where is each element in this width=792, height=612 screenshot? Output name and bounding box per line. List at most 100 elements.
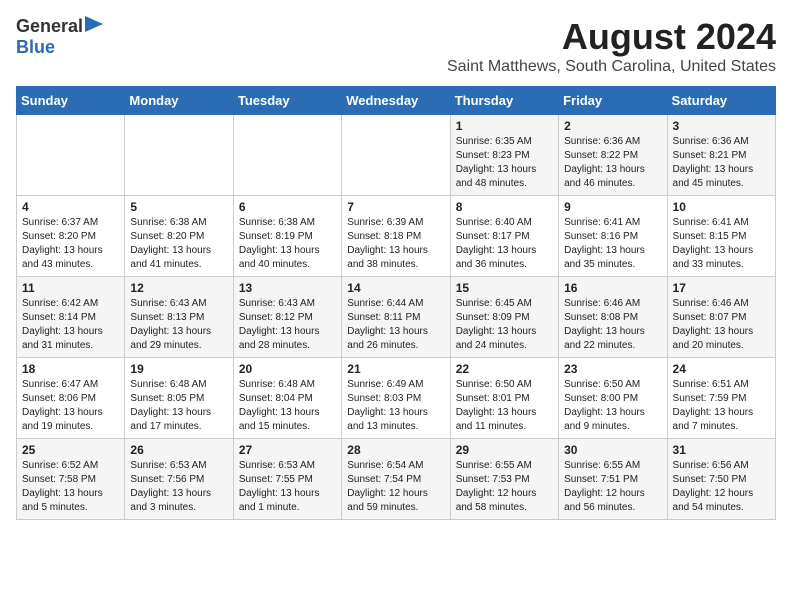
day-info: Sunrise: 6:48 AM Sunset: 8:04 PM Dayligh…: [239, 378, 336, 434]
day-number: 28: [347, 443, 444, 457]
title-section: August 2024 Saint Matthews, South Caroli…: [447, 16, 776, 76]
week-row-2: 11 Sunrise: 6:42 AM Sunset: 8:14 PM Dayli…: [17, 277, 776, 358]
day-number: 10: [673, 200, 770, 214]
day-cell: 13 Sunrise: 6:43 AM Sunset: 8:12 PM Dayli…: [233, 277, 341, 358]
day-info: Sunrise: 6:46 AM Sunset: 8:08 PM Dayligh…: [564, 297, 661, 353]
week-row-1: 4 Sunrise: 6:37 AM Sunset: 8:20 PM Daylig…: [17, 196, 776, 277]
day-cell: 24Sunrise: 6:51 AM Sunset: 7:59 PM Dayli…: [667, 358, 775, 439]
header-cell-thursday: Thursday: [450, 87, 558, 115]
day-info: Sunrise: 6:38 AM Sunset: 8:19 PM Dayligh…: [239, 216, 336, 272]
day-number: 2: [564, 119, 661, 133]
day-number: 13: [239, 281, 336, 295]
day-info: Sunrise: 6:48 AM Sunset: 8:05 PM Dayligh…: [130, 378, 227, 434]
week-row-4: 25 Sunrise: 6:52 AM Sunset: 7:58 PM Dayli…: [17, 439, 776, 520]
day-number: 4: [22, 200, 119, 214]
month-title: August 2024: [447, 16, 776, 58]
header: General Blue August 2024 Saint Matthews,…: [16, 16, 776, 76]
day-cell: 29 Sunrise: 6:55 AM Sunset: 7:53 PM Dayli…: [450, 439, 558, 520]
day-number: 20: [239, 362, 336, 376]
day-cell: 18Sunrise: 6:47 AM Sunset: 8:06 PM Dayli…: [17, 358, 125, 439]
calendar-body: 1 Sunrise: 6:35 AM Sunset: 8:23 PM Daylig…: [17, 115, 776, 520]
day-info: Sunrise: 6:46 AM Sunset: 8:07 PM Dayligh…: [673, 297, 770, 353]
logo-arrow-icon: [85, 16, 103, 37]
day-number: 24: [673, 362, 770, 376]
header-cell-saturday: Saturday: [667, 87, 775, 115]
calendar-table: SundayMondayTuesdayWednesdayThursdayFrid…: [16, 86, 776, 520]
location-title: Saint Matthews, South Carolina, United S…: [447, 58, 776, 76]
day-info: Sunrise: 6:41 AM Sunset: 8:16 PM Dayligh…: [564, 216, 661, 272]
header-cell-friday: Friday: [559, 87, 667, 115]
day-number: 9: [564, 200, 661, 214]
day-cell: 14 Sunrise: 6:44 AM Sunset: 8:11 PM Dayli…: [342, 277, 450, 358]
day-cell: 16Sunrise: 6:46 AM Sunset: 8:08 PM Dayli…: [559, 277, 667, 358]
day-info: Sunrise: 6:53 AM Sunset: 7:56 PM Dayligh…: [130, 459, 227, 515]
day-info: Sunrise: 6:44 AM Sunset: 8:11 PM Dayligh…: [347, 297, 444, 353]
day-info: Sunrise: 6:39 AM Sunset: 8:18 PM Dayligh…: [347, 216, 444, 272]
day-info: Sunrise: 6:36 AM Sunset: 8:21 PM Dayligh…: [673, 135, 770, 191]
day-number: 19: [130, 362, 227, 376]
day-cell: [342, 115, 450, 196]
day-cell: 25 Sunrise: 6:52 AM Sunset: 7:58 PM Dayli…: [17, 439, 125, 520]
day-number: 7: [347, 200, 444, 214]
day-cell: 6 Sunrise: 6:38 AM Sunset: 8:19 PM Daylig…: [233, 196, 341, 277]
day-number: 21: [347, 362, 444, 376]
day-info: Sunrise: 6:54 AM Sunset: 7:54 PM Dayligh…: [347, 459, 444, 515]
day-number: 17: [673, 281, 770, 295]
day-cell: 4 Sunrise: 6:37 AM Sunset: 8:20 PM Daylig…: [17, 196, 125, 277]
day-info: Sunrise: 6:42 AM Sunset: 8:14 PM Dayligh…: [22, 297, 119, 353]
day-number: 22: [456, 362, 553, 376]
calendar-header: SundayMondayTuesdayWednesdayThursdayFrid…: [17, 87, 776, 115]
day-cell: 23Sunrise: 6:50 AM Sunset: 8:00 PM Dayli…: [559, 358, 667, 439]
header-cell-monday: Monday: [125, 87, 233, 115]
day-number: 12: [130, 281, 227, 295]
day-cell: 3 Sunrise: 6:36 AM Sunset: 8:21 PM Daylig…: [667, 115, 775, 196]
day-cell: 7 Sunrise: 6:39 AM Sunset: 8:18 PM Daylig…: [342, 196, 450, 277]
header-cell-wednesday: Wednesday: [342, 87, 450, 115]
header-cell-tuesday: Tuesday: [233, 87, 341, 115]
day-number: 30: [564, 443, 661, 457]
day-cell: 1 Sunrise: 6:35 AM Sunset: 8:23 PM Daylig…: [450, 115, 558, 196]
day-cell: 30 Sunrise: 6:55 AM Sunset: 7:51 PM Dayli…: [559, 439, 667, 520]
day-number: 23: [564, 362, 661, 376]
day-info: Sunrise: 6:49 AM Sunset: 8:03 PM Dayligh…: [347, 378, 444, 434]
day-number: 27: [239, 443, 336, 457]
day-cell: 17 Sunrise: 6:46 AM Sunset: 8:07 PM Dayli…: [667, 277, 775, 358]
day-number: 26: [130, 443, 227, 457]
day-cell: 28 Sunrise: 6:54 AM Sunset: 7:54 PM Dayli…: [342, 439, 450, 520]
day-number: 14: [347, 281, 444, 295]
day-info: Sunrise: 6:40 AM Sunset: 8:17 PM Dayligh…: [456, 216, 553, 272]
day-cell: 5 Sunrise: 6:38 AM Sunset: 8:20 PM Daylig…: [125, 196, 233, 277]
day-number: 25: [22, 443, 119, 457]
day-cell: [17, 115, 125, 196]
day-info: Sunrise: 6:52 AM Sunset: 7:58 PM Dayligh…: [22, 459, 119, 515]
day-info: Sunrise: 6:37 AM Sunset: 8:20 PM Dayligh…: [22, 216, 119, 272]
day-number: 31: [673, 443, 770, 457]
day-cell: 26 Sunrise: 6:53 AM Sunset: 7:56 PM Dayli…: [125, 439, 233, 520]
day-number: 6: [239, 200, 336, 214]
day-info: Sunrise: 6:43 AM Sunset: 8:12 PM Dayligh…: [239, 297, 336, 353]
logo-blue: Blue: [16, 37, 55, 57]
day-info: Sunrise: 6:55 AM Sunset: 7:53 PM Dayligh…: [456, 459, 553, 515]
day-info: Sunrise: 6:55 AM Sunset: 7:51 PM Dayligh…: [564, 459, 661, 515]
day-cell: 12Sunrise: 6:43 AM Sunset: 8:13 PM Dayli…: [125, 277, 233, 358]
day-info: Sunrise: 6:36 AM Sunset: 8:22 PM Dayligh…: [564, 135, 661, 191]
day-cell: 27 Sunrise: 6:53 AM Sunset: 7:55 PM Dayli…: [233, 439, 341, 520]
day-number: 1: [456, 119, 553, 133]
day-cell: 31 Sunrise: 6:56 AM Sunset: 7:50 PM Dayli…: [667, 439, 775, 520]
day-number: 5: [130, 200, 227, 214]
day-info: Sunrise: 6:38 AM Sunset: 8:20 PM Dayligh…: [130, 216, 227, 272]
day-info: Sunrise: 6:35 AM Sunset: 8:23 PM Dayligh…: [456, 135, 553, 191]
day-info: Sunrise: 6:56 AM Sunset: 7:50 PM Dayligh…: [673, 459, 770, 515]
day-number: 3: [673, 119, 770, 133]
day-number: 8: [456, 200, 553, 214]
day-cell: 21 Sunrise: 6:49 AM Sunset: 8:03 PM Dayli…: [342, 358, 450, 439]
day-number: 11: [22, 281, 119, 295]
day-number: 18: [22, 362, 119, 376]
day-info: Sunrise: 6:53 AM Sunset: 7:55 PM Dayligh…: [239, 459, 336, 515]
logo-general: General: [16, 16, 83, 37]
week-row-3: 18Sunrise: 6:47 AM Sunset: 8:06 PM Dayli…: [17, 358, 776, 439]
day-cell: [233, 115, 341, 196]
day-cell: 11 Sunrise: 6:42 AM Sunset: 8:14 PM Dayli…: [17, 277, 125, 358]
day-cell: 15Sunrise: 6:45 AM Sunset: 8:09 PM Dayli…: [450, 277, 558, 358]
day-number: 29: [456, 443, 553, 457]
